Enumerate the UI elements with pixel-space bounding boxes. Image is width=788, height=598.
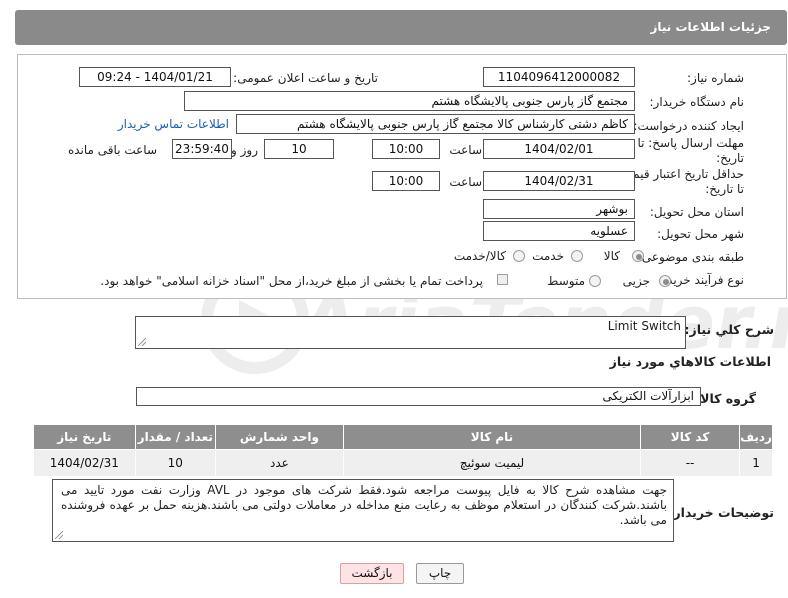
buyer-notes-text: جهت مشاهده شرح کالا به فایل پیوست مراجعه… <box>61 483 667 527</box>
print-button[interactable]: چاپ <box>416 563 464 584</box>
process-radio-minor[interactable] <box>659 275 671 287</box>
category-radio-service[interactable] <box>571 250 583 262</box>
back-button[interactable]: بازگشت <box>340 563 404 584</box>
col-header-quantity: تعداد / مقدار <box>134 424 216 450</box>
page-header: جزئیات اطلاعات نیاز <box>15 10 787 45</box>
goods-section-title: اطلاعات کالاهاي مورد نياز <box>609 354 771 369</box>
reply-deadline-days-label: روز و <box>231 143 258 157</box>
price-validity-time-field[interactable]: 10:00 <box>372 171 440 191</box>
reply-remaining-label: ساعت باقی مانده <box>67 143 157 157</box>
goods-table: ردیف کد کالا نام کالا واحد شمارش تعداد /… <box>33 424 773 477</box>
cell-unit: عدد <box>214 449 344 477</box>
cell-code: -- <box>640 449 741 477</box>
cell-quantity: 10 <box>134 449 216 477</box>
price-validity-date-field[interactable]: 1404/02/31 <box>483 171 635 191</box>
goods-group-label: گروه کالا: <box>695 391 756 406</box>
summary-textarea[interactable]: Limit Switch <box>135 316 686 349</box>
buyer-notes-textarea[interactable]: جهت مشاهده شرح کالا به فایل پیوست مراجعه… <box>52 479 674 542</box>
buyer-contact-link[interactable]: اطلاعات تماس خریدار <box>118 117 229 131</box>
summary-label: شرح کلي نياز: <box>684 322 774 337</box>
province-field[interactable]: بوشهر <box>483 199 635 219</box>
category-option-goods: کالا <box>603 249 620 263</box>
summary-text: Limit Switch <box>607 319 681 333</box>
cell-row-number: 1 <box>739 449 773 477</box>
col-header-need-date: تاریخ نیاز <box>33 424 136 450</box>
category-radio-goods[interactable] <box>632 250 644 262</box>
price-validity-time-label: ساعت <box>449 175 482 189</box>
buyer-notes-label: توضیحات خریدار: <box>668 505 774 520</box>
cell-name: لیمیت سوئیچ <box>342 449 642 477</box>
price-validity-label-line2: تا تاریخ: <box>705 182 744 196</box>
announce-datetime-label: تاریخ و ساعت اعلان عمومی: <box>233 71 378 85</box>
creator-label: ایجاد کننده درخواست: <box>633 119 744 133</box>
city-field[interactable]: عسلویه <box>483 221 635 241</box>
resize-grip-icon[interactable] <box>138 338 146 346</box>
category-option-goods-service: کالا/خدمت <box>453 249 506 263</box>
goods-group-field[interactable]: ابزارآلات الکتریکی <box>136 387 701 406</box>
category-label: طبقه بندی موضوعی: <box>637 250 744 264</box>
buyer-org-label: نام دستگاه خریدار: <box>649 95 745 109</box>
creator-field[interactable]: کاظم دشتی کارشناس کالا مجتمع گاز پارس جن… <box>236 114 635 134</box>
goods-table-header-row: ردیف کد کالا نام کالا واحد شمارش تعداد /… <box>33 424 773 450</box>
city-label: شهر محل تحویل: <box>657 227 744 241</box>
reply-deadline-time-field[interactable]: 10:00 <box>372 139 440 159</box>
process-radio-medium[interactable] <box>589 275 601 287</box>
col-header-row: ردیف <box>739 424 773 450</box>
reply-remaining-field[interactable]: 23:59:40 <box>172 139 232 159</box>
resize-grip-icon[interactable] <box>55 531 63 539</box>
price-validity-label-line1: حداقل تاریخ اعتبار قیمت: <box>617 167 744 181</box>
announce-datetime-field[interactable]: 1404/01/21 - 09:24 <box>79 67 231 87</box>
col-header-name: نام کالا <box>342 424 642 450</box>
process-option-minor: جزیی <box>622 274 650 288</box>
reply-deadline-days-field[interactable]: 10 <box>264 139 334 159</box>
page-title: جزئیات اطلاعات نیاز <box>650 20 771 34</box>
treasury-payment-note: پرداخت تمام یا بخشی از مبلغ خرید،از محل … <box>100 274 483 288</box>
reply-deadline-label-line1: مهلت ارسال پاسخ: تا <box>637 136 744 150</box>
reply-deadline-date-field[interactable]: 1404/02/01 <box>483 139 635 159</box>
province-label: استان محل تحویل: <box>649 205 744 219</box>
reply-deadline-time-label: ساعت <box>449 143 482 157</box>
need-number-label: شماره نیاز: <box>687 71 744 85</box>
treasury-payment-checkbox[interactable] <box>497 274 508 285</box>
cell-need-date: 1404/02/31 <box>33 449 136 477</box>
buyer-org-field[interactable]: مجتمع گاز پارس جنوبی پالایشگاه هشتم <box>184 91 635 111</box>
need-number-field[interactable]: 1104096412000082 <box>483 67 635 87</box>
col-header-code: کد کالا <box>640 424 741 450</box>
table-row: 1 -- لیمیت سوئیچ عدد 10 1404/02/31 <box>33 449 773 477</box>
process-type-label: نوع فرآیند خرید : <box>659 273 744 287</box>
col-header-unit: واحد شمارش <box>214 424 344 450</box>
category-radio-goods-service[interactable] <box>513 250 525 262</box>
reply-deadline-label-line2: تاریخ: <box>716 151 744 165</box>
category-option-service: خدمت <box>532 249 564 263</box>
process-option-medium: متوسط <box>547 274 585 288</box>
